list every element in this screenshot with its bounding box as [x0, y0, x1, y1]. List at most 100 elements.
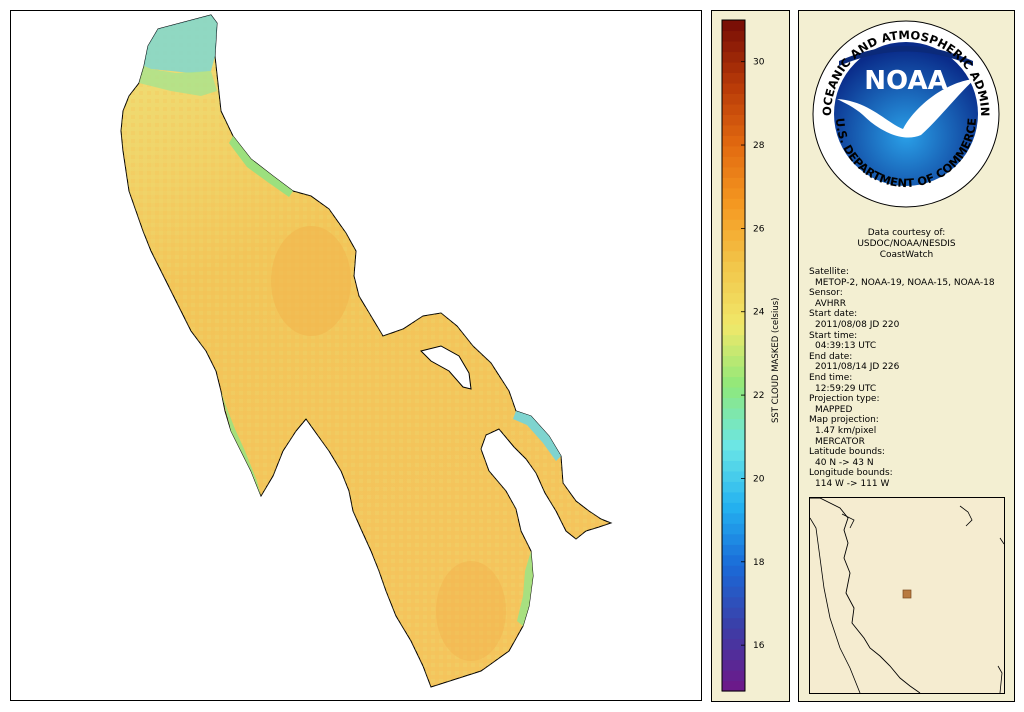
warm-core	[271, 226, 351, 336]
metadata-label: Map projection:	[809, 415, 879, 426]
colorbar-band	[722, 502, 745, 514]
colorbar-tick-label: 16	[753, 641, 765, 651]
colorbar-band	[722, 198, 745, 210]
colorbar-band	[722, 93, 745, 105]
metadata-label: Longitude bounds:	[809, 468, 893, 479]
sst-map-panel	[10, 10, 702, 701]
courtesy-line-3: CoastWatch	[879, 250, 934, 260]
colorbar-band	[722, 40, 745, 53]
colorbar-band	[722, 596, 745, 608]
colorbar-band	[722, 355, 745, 367]
colorbar-band	[722, 407, 745, 420]
warm-south	[436, 561, 506, 661]
colorbar-band	[722, 145, 745, 157]
cool-water-north-tip	[144, 15, 217, 73]
metadata-value: MAPPED	[815, 404, 853, 415]
colorbar-tick-label: 20	[753, 474, 765, 484]
colorbar-band	[722, 376, 745, 388]
metadata-value: 114 W -> 111 W	[815, 478, 890, 489]
noaa-logo: NOAA NATIONAL OCEANIC AND ATMOSPHERIC AD…	[799, 11, 1000, 208]
colorbar-band	[722, 365, 745, 378]
colorbar-band	[722, 670, 745, 682]
colorbar-tick-label: 22	[753, 391, 764, 401]
colorbar-tick-label: 26	[753, 224, 765, 234]
metadata-list: Satellite: METOP-2, NOAA-19, NOAA-15, NO…	[809, 267, 995, 489]
metadata-value: 2011/08/14 JD 226	[815, 362, 900, 373]
locator-inset-map	[809, 497, 1005, 694]
colorbar-band	[722, 554, 745, 566]
colorbar-panel: 30 28 26 24 22 20 18 16 SST CLOUD MASKED (celsi…	[711, 10, 790, 702]
colorbar-band	[722, 449, 745, 461]
colorbar-band	[722, 30, 745, 42]
colorbar-band	[722, 397, 745, 409]
colorbar-band	[722, 628, 745, 640]
colorbar-band	[722, 386, 745, 399]
colorbar-band	[722, 303, 745, 315]
info-panel: NOAA NATIONAL OCEANIC AND ATMOSPHERIC AD…	[798, 10, 1015, 702]
colorbar-band	[722, 649, 745, 661]
colorbar-band	[722, 523, 745, 535]
metadata-value: 40 N -> 43 N	[815, 457, 874, 468]
colorbar-tick-label: 24	[753, 308, 765, 318]
colorbar-band	[722, 481, 745, 493]
colorbar-band	[722, 72, 745, 84]
colorbar-band	[722, 586, 745, 598]
metadata-label: Projection type:	[809, 394, 880, 405]
metadata-value: 2011/08/08 JD 220	[815, 319, 900, 330]
colorbar-title: SST CLOUD MASKED (celsius)	[771, 298, 781, 423]
colorbar-band	[722, 82, 745, 94]
colorbar-band	[722, 533, 745, 545]
metadata-label: End date:	[809, 351, 853, 362]
colorbar-band	[722, 491, 745, 503]
metadata-value: MERCATOR	[815, 436, 865, 447]
metadata-value: METOP-2, NOAA-19, NOAA-15, NOAA-18	[815, 277, 995, 288]
colorbar-band	[722, 680, 745, 692]
colorbar-band	[722, 565, 745, 577]
colorbar-band	[722, 617, 745, 629]
colorbar-band	[722, 156, 745, 168]
region-marker	[902, 589, 912, 599]
colorbar-band	[722, 229, 745, 241]
colorbar-band	[722, 544, 745, 556]
metadata-label: Latitude bounds:	[809, 447, 885, 458]
colorbar-band	[722, 61, 745, 74]
metadata-value: 12:59:29 UTC	[815, 383, 877, 394]
colorbar-band	[722, 334, 745, 346]
colorbar-band	[722, 607, 745, 619]
colorbar-band	[722, 51, 745, 63]
colorbar-band	[722, 166, 745, 178]
colorbar: 30 28 26 24 22 20 18 16 SST CLOUD MASKED (celsi…	[721, 19, 781, 692]
colorbar-band	[722, 460, 745, 472]
colorbar-band	[722, 187, 745, 199]
colorbar-band	[722, 250, 745, 262]
metadata-label: Start time:	[809, 330, 858, 341]
puget-sound	[841, 513, 855, 529]
colorbar-tick-label: 28	[753, 141, 765, 151]
courtesy-line-2: USDOC/NOAA/NESDIS	[857, 239, 956, 249]
colorbar-band	[722, 292, 745, 304]
sst-map	[120, 14, 613, 688]
metadata-label: Start date:	[809, 309, 858, 320]
colorbar-band	[722, 271, 745, 283]
colorbar-band	[722, 103, 745, 115]
locator-map	[810, 498, 1004, 693]
metadata-value: 04:39:13 UTC	[815, 341, 877, 352]
colorbar-band	[722, 177, 745, 189]
colorbar-band	[722, 324, 745, 336]
colorbar-band	[722, 470, 745, 482]
colorbar-tick-label: 18	[753, 558, 765, 568]
gulf-coast-edge	[997, 665, 1003, 693]
colorbar-band	[722, 428, 745, 440]
colorbar-band	[722, 345, 745, 357]
colorbar-band	[722, 418, 745, 430]
east-edge-mark	[999, 537, 1004, 545]
metadata-label: Sensor:	[809, 288, 843, 299]
colorbar-band	[722, 512, 745, 524]
colorbar-band	[722, 114, 745, 126]
colorbar-band	[722, 638, 745, 650]
colorbar-band	[722, 282, 745, 294]
colorbar-band	[722, 261, 745, 273]
metadata-value: 1.47 km/pixel	[815, 425, 877, 436]
courtesy-line-1: Data courtesy of:	[867, 228, 946, 238]
metadata-value: AVHRR	[815, 298, 847, 309]
